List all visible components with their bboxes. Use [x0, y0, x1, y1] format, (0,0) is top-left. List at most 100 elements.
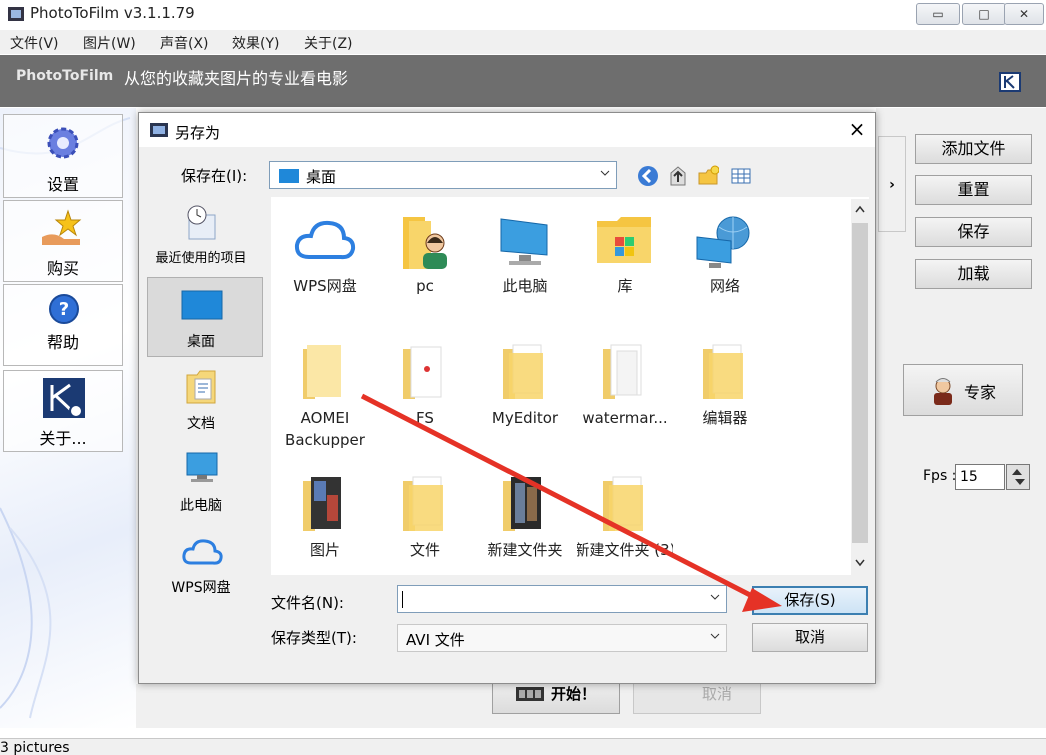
- place-desktop[interactable]: 桌面: [145, 285, 257, 351]
- fps-input[interactable]: 15: [955, 464, 1005, 490]
- expert-person-icon: [934, 378, 952, 405]
- menu-bar: [0, 30, 1046, 54]
- file-label: FS: [416, 409, 434, 427]
- menu-file[interactable]: 文件(V): [10, 33, 59, 53]
- folder-icon: [503, 344, 543, 399]
- cloud-icon: [182, 539, 223, 565]
- cancel-button[interactable]: 取消: [752, 623, 868, 652]
- menu-sound[interactable]: 声音(X): [160, 33, 209, 53]
- text-cursor: [402, 591, 403, 608]
- minimize-button[interactable]: ▭: [916, 3, 960, 25]
- chevron-down-icon: [600, 170, 610, 176]
- place-recent[interactable]: 最近使用的项目: [145, 205, 257, 267]
- sidebar-item-label: 帮助: [46, 333, 79, 352]
- sidebar-item-settings[interactable]: 设置: [3, 114, 123, 198]
- folder-icon: [603, 476, 643, 531]
- place-label: 最近使用的项目: [155, 251, 247, 266]
- file-item-aomei-backupper[interactable]: AOMEI Backupper: [277, 343, 373, 455]
- pictures-folder-icon: [303, 477, 341, 531]
- filename-input[interactable]: [397, 585, 727, 613]
- maximize-button[interactable]: □: [962, 3, 1006, 25]
- up-folder-icon[interactable]: [667, 165, 689, 187]
- file-item-new-folder-3[interactable]: 新建文件夹 (3): [577, 475, 673, 575]
- expand-chevron-button[interactable]: ›: [878, 136, 906, 232]
- new-folder-icon[interactable]: [697, 165, 719, 187]
- dialog-close-button[interactable]: ×: [845, 119, 869, 141]
- folder-icon: [303, 345, 341, 399]
- back-icon[interactable]: [637, 165, 659, 187]
- scroll-down-icon[interactable]: [855, 559, 865, 567]
- file-label: WPS网盘: [293, 277, 357, 295]
- sidebar-item-about[interactable]: 关于...: [3, 370, 123, 452]
- file-label: 新建文件夹: [487, 541, 563, 559]
- file-item-pc[interactable]: pc: [377, 211, 473, 301]
- close-button[interactable]: ✕: [1004, 3, 1044, 25]
- dialog-title-bar: 另存为 ×: [139, 113, 875, 147]
- menu-effects[interactable]: 效果(Y): [232, 33, 279, 53]
- recent-icon: [187, 205, 216, 240]
- file-label: 此电脑: [502, 277, 548, 295]
- library-icon: [597, 217, 651, 263]
- menu-pictures[interactable]: 图片(W): [83, 33, 136, 53]
- scroll-up-icon[interactable]: [855, 205, 865, 213]
- file-item-library[interactable]: 库: [577, 211, 673, 301]
- save-project-button[interactable]: 保存: [915, 217, 1032, 247]
- file-item-watermark[interactable]: watermar...: [577, 343, 673, 433]
- filetype-value: AVI 文件: [406, 631, 465, 649]
- fps-spinner[interactable]: [1006, 464, 1030, 490]
- brand-logo-icon: [999, 72, 1021, 92]
- chevron-down-icon: [710, 633, 720, 639]
- banner-brand: PhotoToFilm: [16, 68, 114, 84]
- file-label: AOMEI Backupper: [285, 409, 365, 449]
- file-item-files[interactable]: 文件: [377, 475, 473, 565]
- place-computer[interactable]: 此电脑: [145, 451, 257, 517]
- view-menu-icon[interactable]: [731, 165, 753, 187]
- place-documents[interactable]: 文档: [145, 369, 257, 435]
- filetype-dropdown[interactable]: AVI 文件: [397, 624, 727, 652]
- sidebar-item-help[interactable]: ? 帮助: [3, 284, 123, 366]
- status-bar: [0, 738, 1046, 755]
- sidebar-item-label: 关于...: [39, 429, 87, 448]
- status-text: 3 pictures: [0, 740, 70, 755]
- folder-icon: [703, 344, 743, 399]
- file-list-scrollbar[interactable]: [851, 199, 869, 575]
- window-title: PhotoToFilm v3.1.1.79: [30, 4, 195, 22]
- banner-slogan: 从您的收藏夹图片的专业看电影: [124, 69, 349, 88]
- filename-label: 文件名(N):: [271, 594, 344, 612]
- expert-button[interactable]: 专家: [903, 364, 1023, 416]
- file-label: 库: [617, 277, 633, 295]
- expert-label: 专家: [964, 383, 997, 402]
- file-item-network[interactable]: 网络: [677, 211, 773, 301]
- banner: PhotoToFilm 从您的收藏夹图片的专业看电影: [0, 55, 1046, 107]
- file-label: MyEditor: [491, 409, 559, 427]
- file-item-wps-cloud[interactable]: WPS网盘: [277, 211, 373, 301]
- file-item-fs[interactable]: FS: [377, 343, 473, 433]
- file-item-pictures[interactable]: 图片: [277, 475, 373, 565]
- reset-button[interactable]: 重置: [915, 175, 1032, 205]
- sidebar-item-buy[interactable]: 购买: [3, 200, 123, 282]
- file-item-new-folder[interactable]: 新建文件夹: [477, 475, 573, 565]
- chevron-down-icon[interactable]: [710, 592, 720, 602]
- dialog-title: 另存为: [175, 124, 221, 142]
- file-label: watermar...: [582, 409, 668, 427]
- save-in-dropdown[interactable]: 桌面: [269, 161, 617, 189]
- scroll-thumb[interactable]: [852, 223, 868, 543]
- folder-icon: [403, 476, 443, 531]
- file-item-myeditor[interactable]: MyEditor: [477, 343, 573, 433]
- save-button[interactable]: 保存(S): [752, 586, 868, 615]
- file-label: 新建文件夹 (3): [577, 541, 673, 559]
- fps-label: Fps :: [923, 468, 957, 484]
- file-label: 编辑器: [702, 409, 748, 427]
- add-files-button[interactable]: 添加文件: [915, 134, 1032, 164]
- file-label: pc: [416, 277, 434, 295]
- load-button[interactable]: 加载: [915, 259, 1032, 289]
- sidebar-item-label: 购买: [46, 259, 79, 278]
- folder-icon: [403, 346, 442, 399]
- file-item-editor[interactable]: 编辑器: [677, 343, 773, 433]
- spinner-arrows-icon: [1012, 469, 1025, 485]
- place-wps-cloud[interactable]: WPS网盘: [145, 535, 257, 601]
- file-item-this-pc[interactable]: 此电脑: [477, 211, 573, 301]
- save-in-label: 保存在(I):: [181, 167, 248, 185]
- folder-icon: [603, 344, 642, 399]
- menu-about[interactable]: 关于(Z): [304, 33, 353, 53]
